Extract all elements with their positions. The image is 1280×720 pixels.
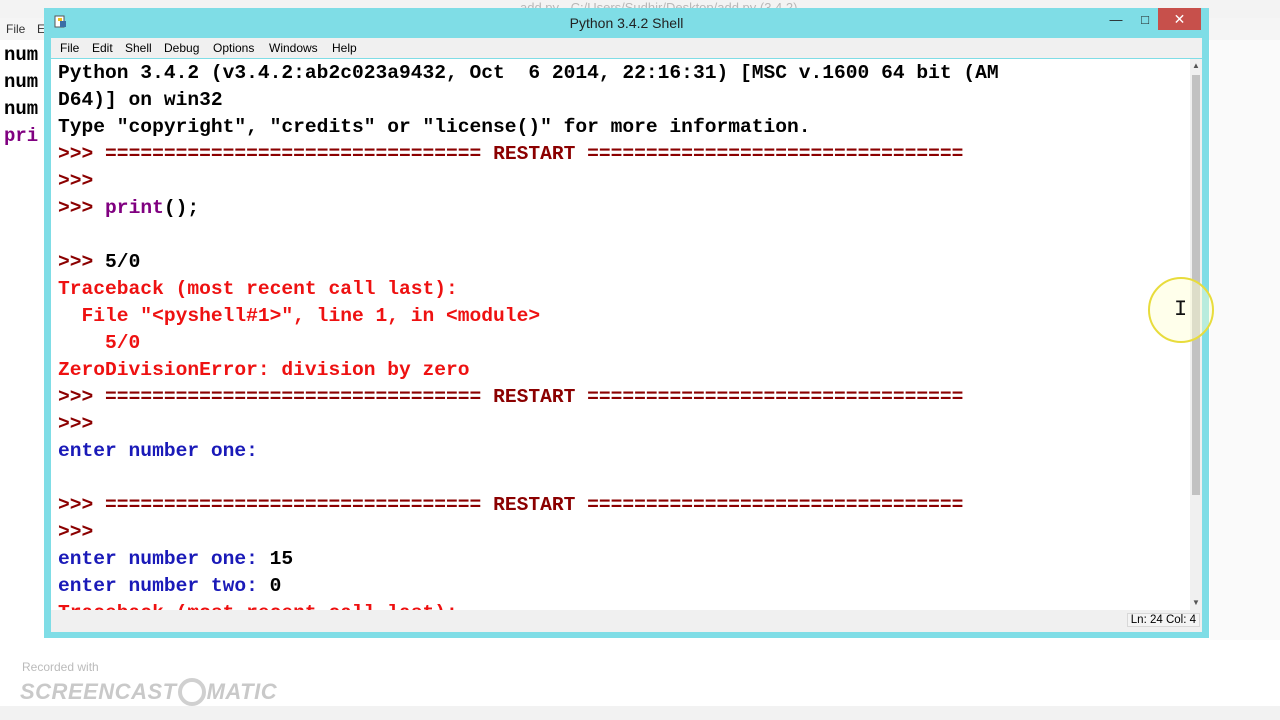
shell-line: >>> ================================ RES… [58, 141, 963, 168]
background-menu-file[interactable]: File [6, 22, 25, 36]
shell-text-segment: print [105, 197, 164, 219]
shell-line: 5/0 [58, 330, 140, 357]
menu-options[interactable]: Options [213, 41, 254, 55]
shell-line: enter number two: 0 [58, 573, 281, 600]
menu-edit[interactable]: Edit [92, 41, 113, 55]
shell-line: Type "copyright", "credits" or "license(… [58, 114, 811, 141]
shell-menubar: File Edit Shell Debug Options Windows He… [51, 38, 1202, 58]
minimize-icon: — [1109, 11, 1123, 27]
cursor-position-status: Ln: 24 Col: 4 [1126, 613, 1200, 627]
menu-debug[interactable]: Debug [164, 41, 199, 55]
shell-text-segment: >>> [58, 251, 106, 273]
shell-line: D64)] on win32 [58, 87, 223, 114]
shell-line: >>> [58, 168, 105, 195]
shell-text-segment: (); [163, 197, 200, 219]
shell-line: Traceback (most recent call last): [58, 276, 458, 303]
shell-line: >>> print(); [58, 195, 199, 222]
shell-text-area[interactable]: Python 3.4.2 (v3.4.2:ab2c023a9432, Oct 6… [51, 59, 1190, 610]
shell-line: enter number one: [58, 438, 258, 465]
shell-line: >>> [58, 411, 105, 438]
shell-text-segment: enter number one: [58, 440, 258, 462]
scroll-up-arrow-icon[interactable]: ▲ [1190, 59, 1202, 73]
shell-line: >>> ================================ RES… [58, 492, 963, 519]
background-code-line: num [4, 71, 39, 93]
shell-text-segment: ================================ RESTART… [105, 143, 964, 165]
shell-text-segment: Type "copyright", "credits" or "license(… [58, 116, 811, 138]
screencast-o-matic-logo: SCREENCAST MATIC [20, 677, 277, 707]
shell-text-segment: >>> [58, 143, 106, 165]
maximize-icon: □ [1141, 11, 1149, 27]
background-code-line: pri [4, 125, 39, 147]
shell-text-segment: 5/0 [58, 332, 141, 354]
shell-line: File "<pyshell#1>", line 1, in <module> [58, 303, 541, 330]
close-button[interactable]: ✕ [1158, 8, 1201, 30]
brand-text-right: MATIC [206, 679, 278, 704]
shell-text-segment: >>> [58, 413, 106, 435]
shell-text-segment: >>> [58, 170, 106, 192]
shell-line: >>> [58, 519, 105, 546]
shell-line: >>> 5/0 [58, 249, 140, 276]
shell-text-segment: >>> [58, 494, 106, 516]
shell-window-title: Python 3.4.2 Shell [569, 15, 684, 31]
shell-text-segment: Traceback (most recent call last): [58, 602, 458, 610]
scroll-down-arrow-icon[interactable]: ▼ [1190, 596, 1202, 610]
shell-text-segment: Python 3.4.2 (v3.4.2:ab2c023a9432, Oct 6… [58, 62, 999, 84]
shell-text-segment: Traceback (most recent call last): [58, 278, 458, 300]
background-code-line: num [4, 44, 39, 66]
shell-line: >>> ================================ RES… [58, 384, 963, 411]
shell-line: enter number one: 15 [58, 546, 293, 573]
shell-text-segment: enter number two: [58, 575, 270, 597]
menu-file[interactable]: File [60, 41, 79, 55]
maximize-button[interactable]: □ [1131, 8, 1159, 30]
menu-shell[interactable]: Shell [125, 41, 152, 55]
shell-text-segment: ================================ RESTART… [105, 386, 964, 408]
shell-text-segment: D64)] on win32 [58, 89, 223, 111]
shell-text-segment: enter number one: [58, 548, 270, 570]
status-bar: Ln: 24 Col: 4 [51, 610, 1202, 632]
shell-line: ZeroDivisionError: division by zero [58, 357, 470, 384]
shell-line: Traceback (most recent call last): [58, 600, 458, 610]
shell-text-segment: >>> [58, 197, 106, 219]
minimize-button[interactable]: — [1102, 8, 1130, 30]
shell-titlebar[interactable]: Python 3.4.2 Shell — □ ✕ [44, 8, 1209, 38]
shell-text-segment: >>> [58, 386, 106, 408]
text-cursor-icon: I [1174, 297, 1188, 322]
bottom-strip [0, 706, 1280, 720]
shell-text-segment: 5/0 [105, 251, 141, 273]
shell-text-segment: >>> [58, 521, 106, 543]
shell-line: Python 3.4.2 (v3.4.2:ab2c023a9432, Oct 6… [58, 60, 999, 87]
shell-text-segment: 0 [269, 575, 282, 597]
recorded-with-label: Recorded with [22, 660, 99, 674]
menu-help[interactable]: Help [332, 41, 357, 55]
record-circle-icon [177, 678, 206, 706]
shell-text-segment: ZeroDivisionError: division by zero [58, 359, 470, 381]
close-icon: ✕ [1173, 10, 1186, 27]
background-scroll-area [1210, 40, 1280, 640]
python-shell-window: Python 3.4.2 Shell — □ ✕ File Edit Shell… [44, 8, 1209, 638]
shell-text-segment: File "<pyshell#1>", line 1, in <module> [58, 305, 541, 327]
background-code-line: num [4, 98, 39, 120]
brand-text-left: SCREENCAST [20, 679, 177, 704]
shell-text-segment: ================================ RESTART… [105, 494, 964, 516]
menu-windows[interactable]: Windows [269, 41, 318, 55]
shell-text-segment: 15 [269, 548, 294, 570]
